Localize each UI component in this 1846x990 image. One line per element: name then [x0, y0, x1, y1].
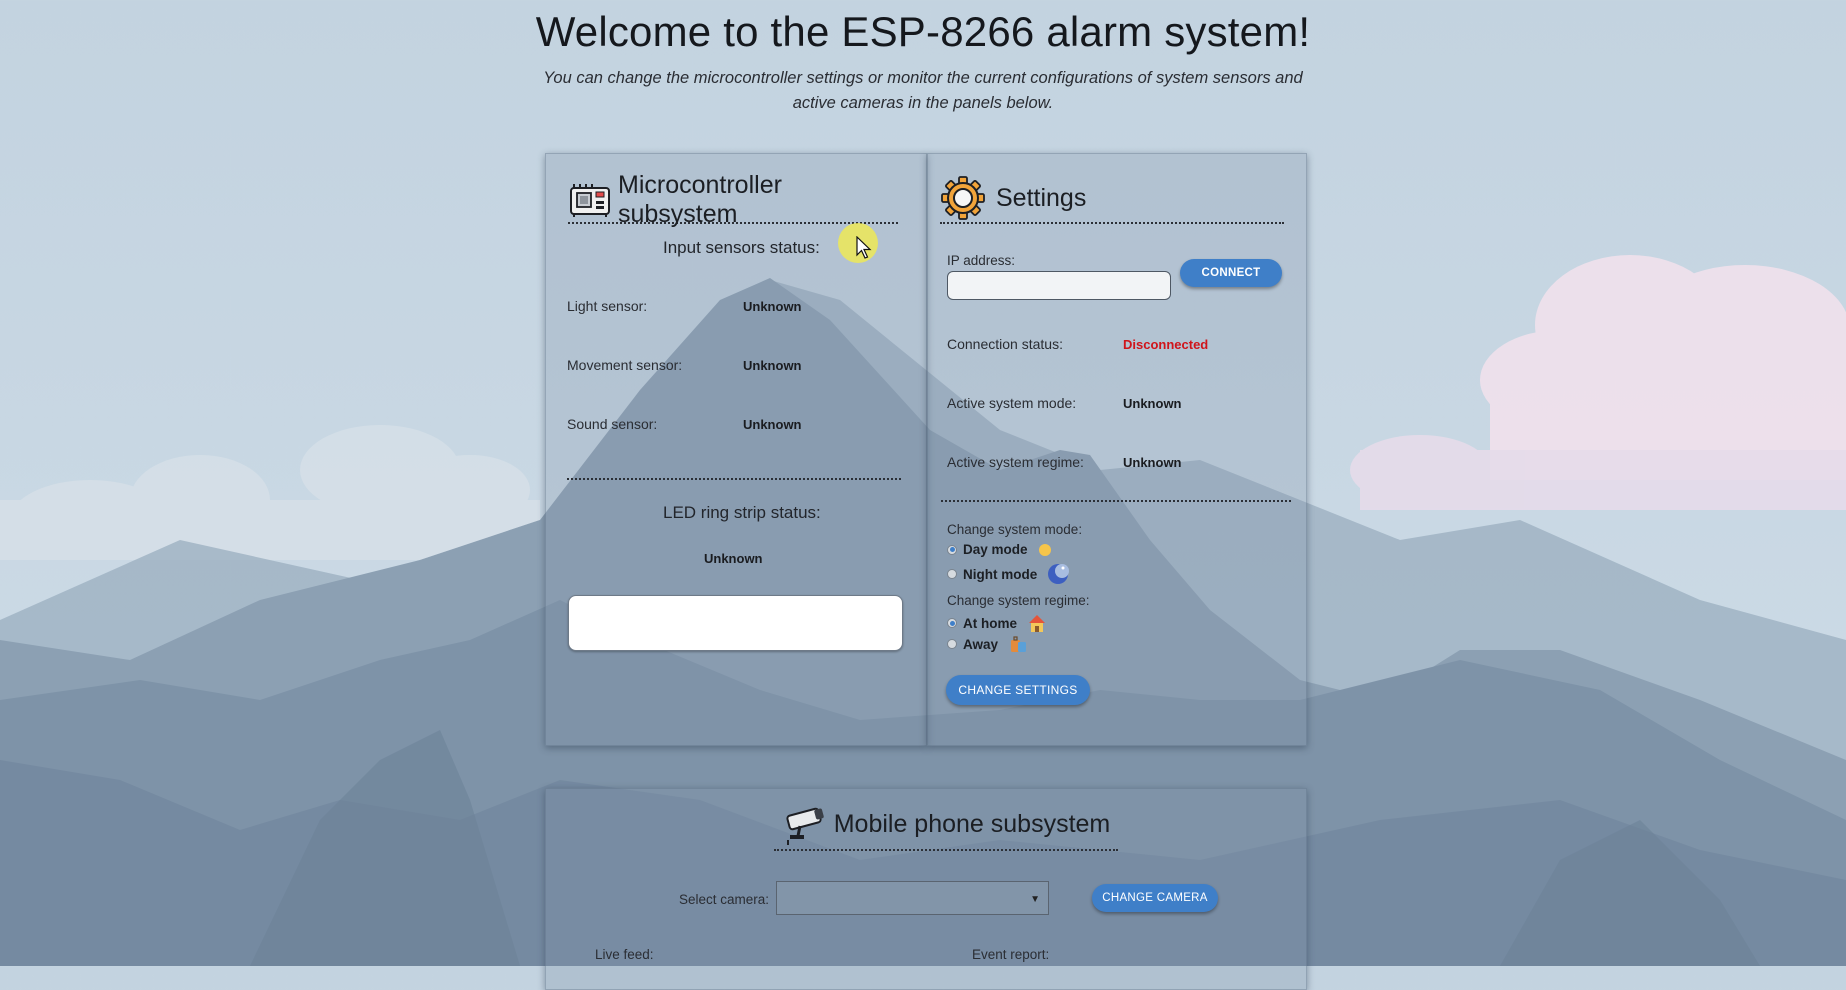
live-feed-label: Live feed:	[595, 947, 654, 962]
night-mode-radio[interactable]: Night mode	[947, 563, 1070, 585]
day-mode-label: Day mode	[963, 542, 1028, 557]
active-mode-value: Unknown	[1123, 396, 1182, 411]
movement-sensor-value: Unknown	[743, 358, 802, 373]
mouse-pointer-icon	[856, 236, 872, 259]
away-label: Away	[963, 636, 999, 652]
section-divider	[567, 478, 901, 480]
moon-icon	[1047, 563, 1070, 585]
light-sensor-label: Light sensor:	[567, 298, 648, 314]
security-camera-icon	[782, 802, 828, 846]
page-title: Welcome to the ESP-8266 alarm system!	[535, 8, 1311, 55]
led-ring-value: Unknown	[704, 551, 763, 566]
page-header: Welcome to the ESP-8266 alarm system! Yo…	[0, 0, 1846, 116]
microcontroller-panel-header: Microcontroller subsystem	[568, 171, 898, 228]
microcontroller-panel-title: Microcontroller subsystem	[618, 171, 782, 228]
away-radio[interactable]: Away	[947, 634, 1028, 654]
radio-indicator[interactable]	[947, 639, 957, 649]
change-regime-label: Change system regime:	[947, 593, 1090, 608]
day-mode-radio[interactable]: Day mode	[947, 542, 1052, 557]
active-regime-value: Unknown	[1123, 455, 1182, 470]
radio-indicator[interactable]	[947, 618, 957, 628]
sound-sensor-label: Sound sensor:	[567, 416, 658, 432]
select-camera-label: Select camera:	[679, 892, 770, 907]
active-mode-label: Active system mode:	[947, 395, 1077, 411]
page-subtitle: You can change the microcontroller setti…	[543, 69, 1303, 112]
camera-select[interactable]: ▼	[776, 881, 1049, 915]
house-icon	[1027, 613, 1047, 633]
event-report-label: Event report:	[972, 947, 1050, 962]
sun-icon	[1038, 543, 1052, 557]
night-mode-label: Night mode	[963, 566, 1038, 582]
settings-panel-header: Settings	[940, 174, 1284, 224]
chevron-down-icon: ▼	[1030, 894, 1040, 905]
settings-panel: Settings IP address: CONNECT Connection …	[927, 153, 1307, 746]
gear-icon	[940, 175, 986, 221]
connection-status-value: Disconnected	[1123, 337, 1209, 352]
luggage-icon	[1008, 634, 1028, 654]
change-camera-button[interactable]: CHANGE CAMERA	[1092, 884, 1218, 912]
radio-indicator[interactable]	[947, 569, 957, 579]
at-home-label: At home	[963, 615, 1017, 631]
connect-button[interactable]: CONNECT	[1180, 259, 1282, 287]
ip-address-input[interactable]	[947, 271, 1171, 300]
at-home-radio[interactable]: At home	[947, 613, 1047, 633]
radio-indicator[interactable]	[947, 544, 957, 555]
input-sensors-title: Input sensors status:	[663, 238, 820, 257]
section-divider	[941, 500, 1291, 502]
change-mode-label: Change system mode:	[947, 522, 1083, 537]
ip-address-label: IP address:	[947, 253, 1016, 268]
change-settings-button[interactable]: CHANGE SETTINGS	[946, 675, 1090, 705]
mobile-phone-panel: Mobile phone subsystem Select camera: ▼ …	[545, 788, 1307, 990]
mobile-phone-panel-header: Mobile phone subsystem	[774, 799, 1118, 851]
connection-status-label: Connection status:	[947, 336, 1063, 352]
mobile-phone-panel-title: Mobile phone subsystem	[833, 809, 1111, 838]
active-regime-label: Active system regime:	[947, 454, 1084, 470]
led-ring-title: LED ring strip status:	[663, 503, 821, 522]
circuit-board-icon	[568, 182, 612, 218]
led-ring-preview	[568, 595, 903, 651]
light-sensor-value: Unknown	[743, 299, 802, 314]
sound-sensor-value: Unknown	[743, 417, 802, 432]
settings-panel-title: Settings	[996, 183, 1087, 212]
movement-sensor-label: Movement sensor:	[567, 357, 683, 373]
